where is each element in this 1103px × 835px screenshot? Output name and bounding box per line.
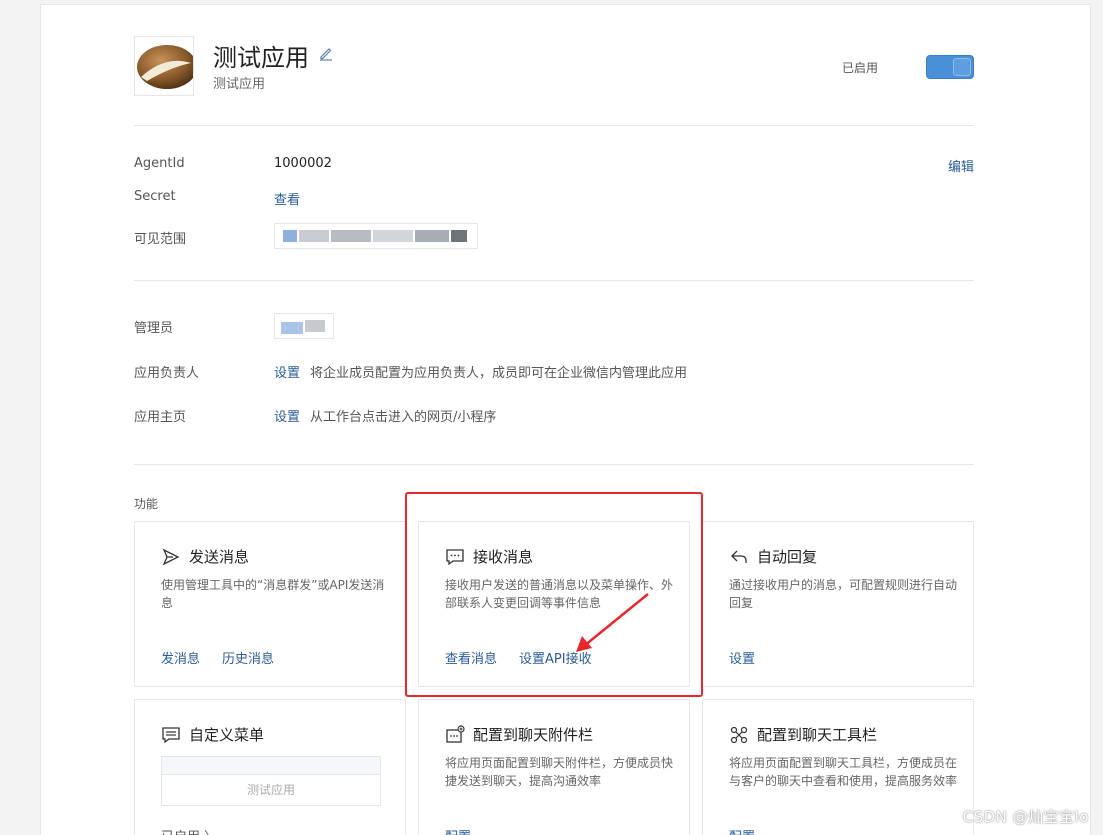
card-links: 发消息 历史消息 (161, 648, 274, 667)
card-header: 自定义菜单 (161, 724, 264, 745)
app-detail-panel: 测试应用 测试应用 已启用 AgentId 1000002 编辑 Secret … (40, 4, 1091, 835)
card-header: 自动回复 (729, 546, 817, 567)
secret-view-link[interactable]: 查看 (274, 189, 300, 208)
card-header: 接收消息 (445, 546, 533, 567)
card-title: 接收消息 (473, 548, 534, 566)
edit-link[interactable]: 编辑 (948, 156, 974, 175)
blurred-content (415, 230, 449, 242)
agentid-value: 1000002 (274, 156, 332, 171)
menu-preview-bar (162, 757, 380, 775)
owner-desc: 将企业成员配置为应用负责人，成员即可在企业微信内管理此应用 (310, 366, 688, 381)
card-title: 自动回复 (757, 548, 818, 566)
feature-card-receive-message: 接收消息 接收用户发送的普通消息以及菜单操作、外部联系人变更回调等事件信息 查看… (418, 521, 690, 687)
attachment-config-link[interactable]: 配置 (445, 826, 471, 835)
history-message-link[interactable]: 历史消息 (222, 648, 274, 667)
toolbar-icon (730, 726, 748, 743)
blurred-content (281, 322, 303, 334)
blurred-content (305, 320, 325, 332)
visible-scope-field[interactable] (274, 223, 478, 249)
feature-card-custom-menu: 自定义菜单 测试应用 已启用 〉 (134, 699, 406, 835)
toolbar-config-link[interactable]: 配置 (729, 826, 755, 835)
card-links: 设置 (729, 648, 755, 667)
divider (134, 464, 974, 465)
feature-card-chat-attachment: 配置到聊天附件栏 将应用页面配置到聊天附件栏，方便成员快捷发送到聊天，提高沟通效… (418, 699, 690, 835)
owner-label: 应用负责人 (134, 366, 200, 381)
card-desc: 将应用页面配置到聊天工具栏，方便成员在与客户的聊天中查看和使用，提高服务效率 (729, 756, 958, 788)
homepage-set-link[interactable]: 设置 (274, 410, 300, 425)
card-links: 配置 (729, 826, 755, 835)
secret-label: Secret (134, 189, 176, 204)
pencil-icon[interactable] (318, 45, 334, 61)
menu-list-icon (162, 726, 180, 743)
blurred-content (373, 230, 413, 242)
admin-label: 管理员 (134, 321, 174, 336)
agentid-label: AgentId (134, 156, 185, 171)
card-title: 发送消息 (189, 548, 250, 566)
set-api-receive-link[interactable]: 设置API接收 (519, 648, 592, 667)
feature-card-auto-reply: 自动回复 通过接收用户的消息，可配置规则进行自动回复 设置 (702, 521, 974, 687)
card-header: 发送消息 (161, 546, 249, 567)
auto-reply-set-link[interactable]: 设置 (729, 648, 755, 667)
card-links: 查看消息 设置API接收 (445, 648, 592, 667)
attachment-bar-icon (446, 724, 465, 743)
status-label: 已启用 (841, 61, 878, 75)
homepage-row: 设置 从工作台点击进入的网页/小程序 (274, 406, 496, 425)
card-header: 配置到聊天附件栏 (445, 724, 593, 745)
toggle-knob (953, 58, 971, 76)
homepage-label: 应用主页 (134, 410, 187, 425)
card-links: 配置 (445, 826, 471, 835)
card-desc: 接收用户发送的普通消息以及菜单操作、外部联系人变更回调等事件信息 (445, 578, 674, 610)
admin-avatar[interactable] (274, 313, 334, 339)
menu-enabled-link[interactable]: 已启用 〉 (161, 826, 217, 835)
reply-icon (731, 550, 747, 563)
divider (134, 125, 974, 126)
blurred-content (451, 230, 467, 242)
feature-card-send-message: 发送消息 使用管理工具中的“消息群发”或API发送消息 发消息 历史消息 (134, 521, 406, 687)
menu-preview-label: 测试应用 (246, 783, 295, 797)
card-title: 配置到聊天附件栏 (473, 726, 594, 744)
card-header: 配置到聊天工具栏 (729, 724, 877, 745)
owner-set-link[interactable]: 设置 (274, 366, 300, 381)
card-title: 配置到聊天工具栏 (757, 726, 878, 744)
app-subtitle: 测试应用 (213, 77, 266, 92)
app-logo (134, 36, 194, 96)
blurred-content (331, 230, 371, 242)
owner-row: 设置 将企业成员配置为应用负责人，成员即可在企业微信内管理此应用 (274, 362, 687, 381)
enable-toggle[interactable] (926, 55, 974, 79)
card-desc: 通过接收用户的消息，可配置规则进行自动回复 (729, 578, 958, 610)
menu-preview: 测试应用 (161, 756, 381, 806)
watermark: CSDN @灿宝宝lo (962, 808, 1089, 826)
send-message-link[interactable]: 发消息 (161, 648, 200, 667)
card-title: 自定义菜单 (189, 726, 265, 744)
divider (134, 280, 974, 281)
blurred-content (299, 230, 329, 242)
app-name: 测试应用 (213, 44, 309, 72)
features-title: 功能 (134, 497, 159, 511)
scope-label: 可见范围 (134, 232, 187, 247)
card-desc: 将应用页面配置到聊天附件栏，方便成员快捷发送到聊天，提高沟通效率 (445, 756, 674, 788)
view-messages-link[interactable]: 查看消息 (445, 648, 497, 667)
card-desc: 使用管理工具中的“消息群发”或API发送消息 (161, 578, 385, 610)
homepage-desc: 从工作台点击进入的网页/小程序 (310, 410, 497, 425)
feature-card-chat-toolbar: 配置到聊天工具栏 将应用页面配置到聊天工具栏，方便成员在与客户的聊天中查看和使用… (702, 699, 974, 835)
send-icon (162, 548, 180, 565)
chat-bubble-icon (446, 548, 464, 565)
blurred-content (283, 230, 297, 242)
